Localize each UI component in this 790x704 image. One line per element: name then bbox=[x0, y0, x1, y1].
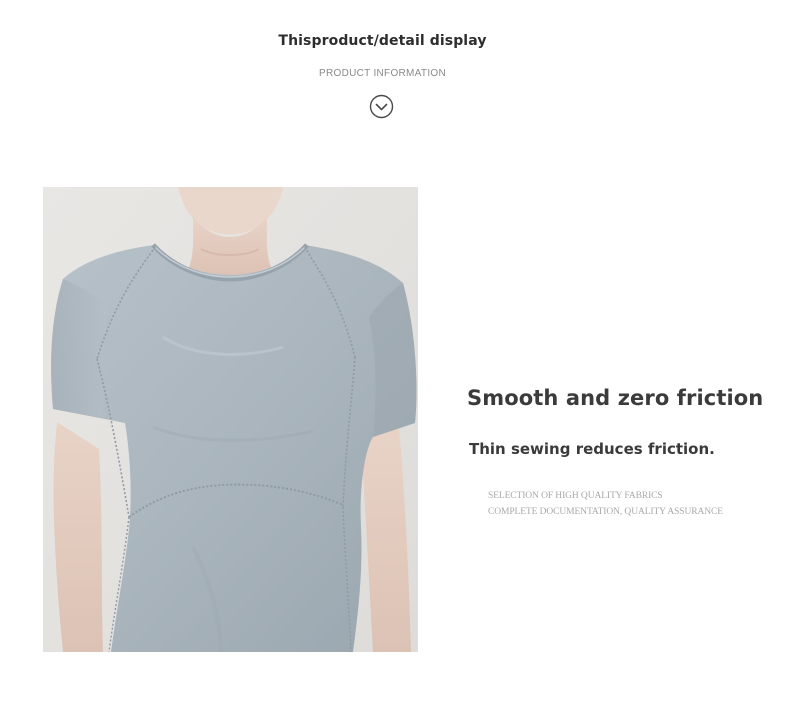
chevron-down-circle-icon[interactable] bbox=[369, 94, 394, 119]
product-photo-illustration bbox=[43, 187, 418, 652]
feature-subheading: Thin sewing reduces friction. bbox=[469, 440, 715, 458]
feature-heading: Smooth and zero friction bbox=[467, 386, 764, 410]
page-subtitle: PRODUCT INFORMATION bbox=[319, 68, 446, 79]
product-photo bbox=[43, 187, 418, 652]
feature-note-fabrics: SELECTION OF HIGH QUALITY FABRICS bbox=[488, 491, 663, 501]
page-title: Thisproduct/detail display bbox=[278, 33, 487, 49]
feature-note-quality: COMPLETE DOCUMENTATION, QUALITY ASSURANC… bbox=[488, 507, 723, 517]
